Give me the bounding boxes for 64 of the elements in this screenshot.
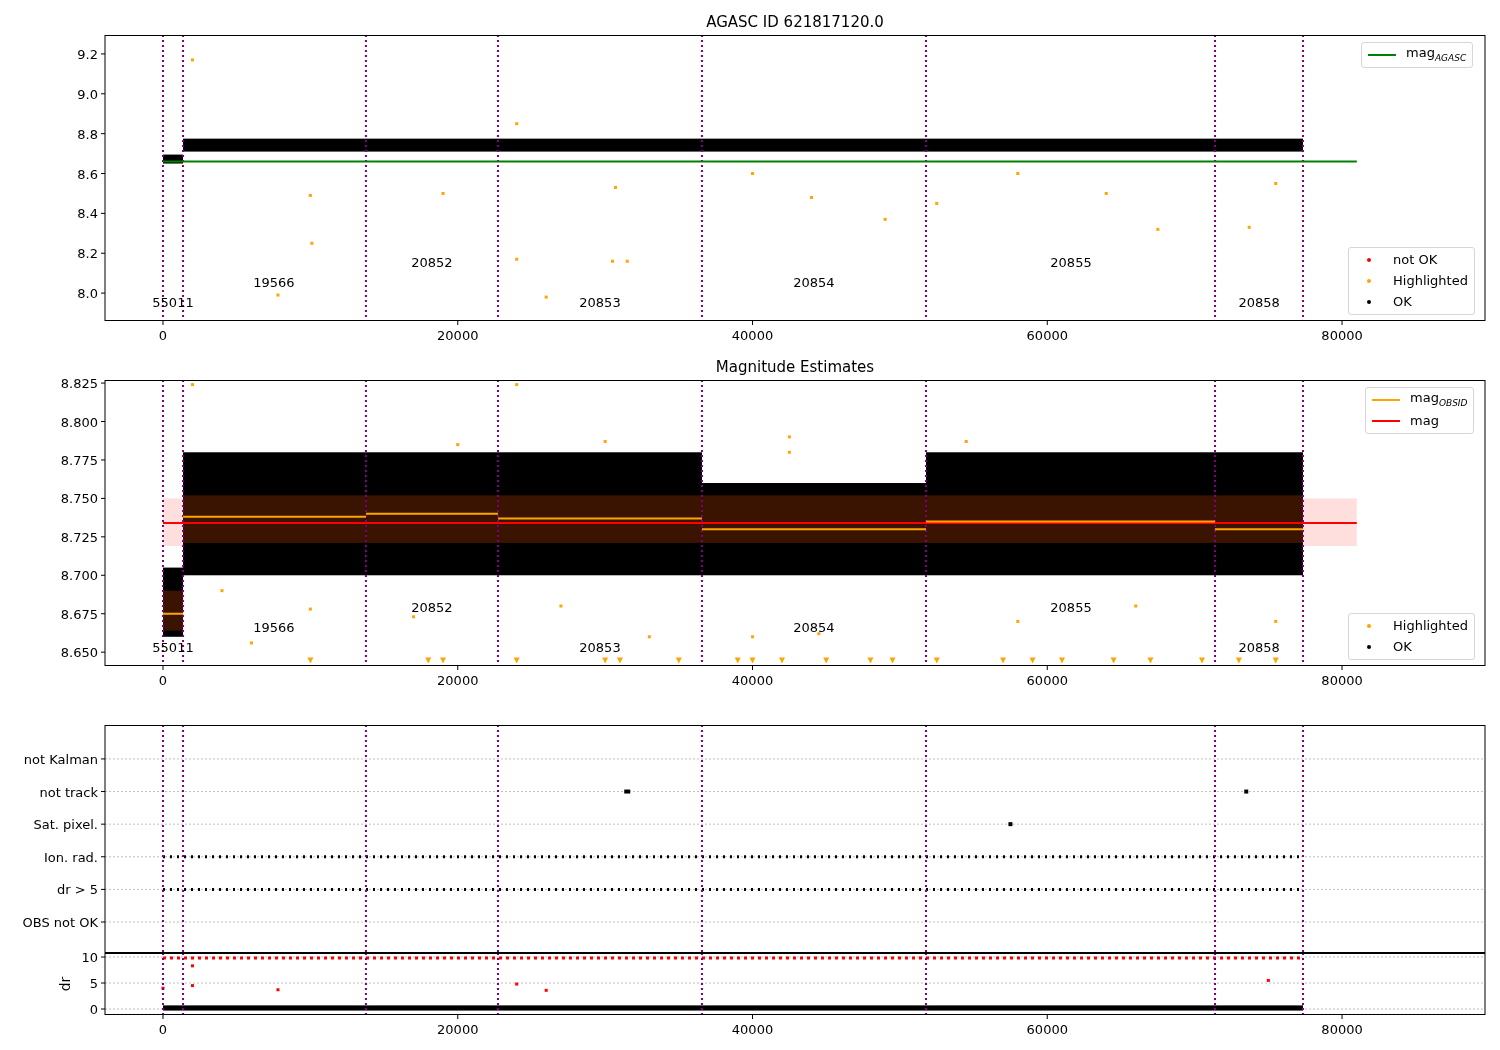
obsid-label: 20852	[411, 255, 453, 271]
obsid-label: 55011	[152, 640, 194, 656]
obsid-label: 20854	[793, 275, 835, 291]
obsid-label: 20855	[1050, 255, 1092, 271]
tick-label: 40000	[731, 1022, 774, 1037]
axis-label: dr	[57, 976, 73, 992]
obsid-label: 19566	[253, 275, 295, 291]
legend-label: mag$_{AGASC}$	[1406, 44, 1467, 65]
obsid-label: 20854	[793, 620, 835, 636]
tick-label: 9.0	[77, 86, 98, 102]
tick-label: 20000	[437, 673, 479, 688]
chart-title: Magnitude Estimates	[715, 358, 875, 376]
obsid-label: 20855	[1050, 600, 1092, 616]
tick-label: 60000	[1026, 328, 1068, 340]
legend-label: mag$_{OBSID}$	[1410, 389, 1468, 410]
tick-label: 8.775	[60, 452, 98, 468]
tick-label: 8.0	[77, 286, 98, 302]
obsid-label: 20852	[411, 600, 453, 616]
obsid-label: 20858	[1238, 640, 1280, 656]
tick-label: 0	[158, 673, 168, 688]
legend-label: mag	[1410, 413, 1439, 429]
tick-label: Ion. rad.	[44, 849, 98, 865]
tick-label: not Kalman	[23, 751, 98, 767]
tick-label: 8.2	[77, 246, 98, 262]
tick-label: 0	[158, 1022, 168, 1037]
tick-label: 8.6	[77, 166, 98, 182]
legend-label: Highlighted	[1393, 273, 1468, 289]
tick-label: 8.650	[60, 645, 98, 661]
tick-label: Sat. pixel.	[33, 817, 98, 833]
legend-label: OK	[1393, 639, 1412, 655]
tick-label: 8.750	[60, 491, 98, 507]
tick-label: 5	[89, 976, 98, 991]
tick-label: 40000	[731, 328, 774, 340]
tick-label: 8.700	[60, 568, 98, 584]
tick-label: 60000	[1026, 673, 1068, 688]
obsid-label: 20858	[1238, 295, 1280, 311]
tick-label: 8.800	[60, 414, 98, 430]
tick-label: 20000	[437, 328, 479, 340]
tick-label: 80000	[1321, 1022, 1363, 1037]
legend-label: OK	[1393, 294, 1412, 310]
chart-title: AGASC ID 621817120.0	[706, 13, 884, 31]
obsid-label: 20853	[579, 640, 621, 656]
tick-label: 8.825	[60, 376, 98, 392]
tick-label: dr > 5	[56, 882, 98, 898]
tick-label: 10	[81, 953, 98, 965]
obsid-label: 20853	[579, 295, 621, 311]
tick-label: 8.675	[60, 606, 98, 622]
legend-label: Highlighted	[1393, 618, 1468, 634]
tick-label: 60000	[1026, 1022, 1068, 1037]
tick-label: 80000	[1321, 673, 1363, 688]
tick-label: OBS not OK	[22, 915, 98, 930]
tick-label: 8.8	[77, 126, 98, 142]
tick-label: 8.4	[77, 206, 98, 222]
tick-label: 9.2	[77, 46, 98, 62]
tick-label: 80000	[1321, 328, 1363, 340]
legend-label: not OK	[1393, 252, 1438, 268]
tick-label: 0	[89, 1002, 98, 1017]
tick-label: 40000	[731, 673, 774, 688]
obsid-label: 55011	[152, 295, 194, 311]
tick-label: 20000	[437, 1022, 479, 1037]
tick-label: 0	[158, 328, 168, 340]
tick-label: not track	[39, 784, 98, 800]
obsid-label: 19566	[253, 620, 295, 636]
tick-label: 8.725	[60, 529, 98, 545]
